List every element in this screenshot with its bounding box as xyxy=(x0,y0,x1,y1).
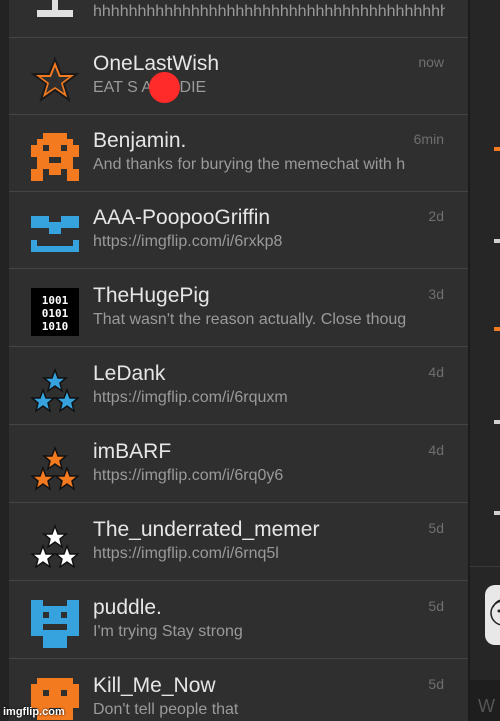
chat-row-partial[interactable]: hhhhhhhhhhhhhhhhhhhhhhhhhhhhhhhhhhhhhhhh… xyxy=(9,0,468,38)
chat-time: 5d xyxy=(428,598,444,614)
chat-list[interactable]: hhhhhhhhhhhhhhhhhhhhhhhhhhhhhhhhhhhhhhhh… xyxy=(9,0,468,721)
chat-time: now xyxy=(418,54,444,70)
chat-row-thehugepig[interactable]: 1001 0101 1010 TheHugePig That wasn't th… xyxy=(9,270,468,347)
chat-message: EAT S AND DIE xyxy=(93,79,207,96)
chat-name: imBARF xyxy=(93,440,172,463)
chat-name: OneLastWish xyxy=(93,52,220,75)
chat-row-imbarf[interactable]: imBARF https://imgflip.com/i/6rq0y6 4d xyxy=(9,426,468,503)
chat-message: https://imgflip.com/i/6rnq5l xyxy=(93,545,279,562)
panel-separator xyxy=(470,566,500,567)
accent-mark xyxy=(494,511,500,515)
chat-message: https://imgflip.com/i/6rxkp8 xyxy=(93,233,283,250)
chat-time: 3d xyxy=(428,286,444,302)
chat-name: TheHugePig xyxy=(93,284,210,307)
chat-time: 5d xyxy=(428,676,444,692)
chat-row-onelastwish[interactable]: OneLastWish EAT S AND DIE now xyxy=(9,38,468,115)
pixel-monster-icon xyxy=(31,133,79,181)
chat-time: 4d xyxy=(428,364,444,380)
chat-time: 6min xyxy=(413,131,444,147)
three-stars-icon xyxy=(31,367,79,413)
chat-message: hhhhhhhhhhhhhhhhhhhhhhhhhhhhhhhhhhhhhhhh… xyxy=(93,3,445,20)
accent-mark xyxy=(494,420,500,424)
accent-mark xyxy=(494,327,500,331)
svg-text:1010: 1010 xyxy=(42,320,69,333)
chat-message: Don't tell people that xyxy=(93,701,239,718)
red-dot-marker xyxy=(149,72,180,103)
chat-name: The_underrated_memer xyxy=(93,518,320,541)
svg-text:0101: 0101 xyxy=(42,307,69,320)
chat-row-benjamin[interactable]: Benjamin. And thanks for burying the mem… xyxy=(9,115,468,192)
chat-row-puddle[interactable]: puddle. I'm trying Stay strong 5d xyxy=(9,582,468,659)
chat-name: AAA-PoopooGriffin xyxy=(93,206,271,229)
chat-row-aaa-poopoogriffin[interactable]: AAA-PoopooGriffin https://imgflip.com/i/… xyxy=(9,192,468,269)
chat-row-kill-me-now[interactable]: Kill_Me_Now Don't tell people that 5d xyxy=(9,660,468,721)
chat-row-ledank[interactable]: LeDank https://imgflip.com/i/6rquxm 4d xyxy=(9,348,468,425)
chat-time: 5d xyxy=(428,520,444,536)
chat-time: 4d xyxy=(428,442,444,458)
chat-name: Kill_Me_Now xyxy=(93,674,216,697)
chat-time: 2d xyxy=(428,208,444,224)
binary-icon: 1001 0101 1010 xyxy=(31,288,79,336)
pixel-face-icon xyxy=(31,216,79,252)
chat-name: Benjamin. xyxy=(93,129,187,152)
pixel-face-icon xyxy=(31,600,79,648)
svg-text:1001: 1001 xyxy=(42,294,69,307)
watermark: imgflip.com xyxy=(3,706,65,718)
chat-message: That wasn't the reason actually. Close t… xyxy=(93,311,407,328)
left-edge xyxy=(0,0,9,721)
chat-row-the-underrated-memer[interactable]: The_underrated_memer https://imgflip.com… xyxy=(9,504,468,581)
right-panel: W xyxy=(470,0,500,721)
chat-name: puddle. xyxy=(93,596,162,619)
chat-message: https://imgflip.com/i/6rq0y6 xyxy=(93,467,284,484)
accent-mark xyxy=(494,239,500,243)
chat-message: I'm trying Stay strong xyxy=(93,623,243,640)
composer-letter: W xyxy=(478,696,495,716)
chat-message: https://imgflip.com/i/6rquxm xyxy=(93,389,288,406)
avatar-partial-icon xyxy=(37,0,73,17)
chat-name: LeDank xyxy=(93,362,166,385)
star-outline-icon xyxy=(31,56,79,103)
three-stars-icon xyxy=(31,445,79,491)
accent-mark xyxy=(494,147,500,151)
chat-message: And thanks for burying the memechat with… xyxy=(93,156,406,173)
user-avatar-icon[interactable] xyxy=(485,585,500,645)
three-stars-icon xyxy=(31,523,79,569)
